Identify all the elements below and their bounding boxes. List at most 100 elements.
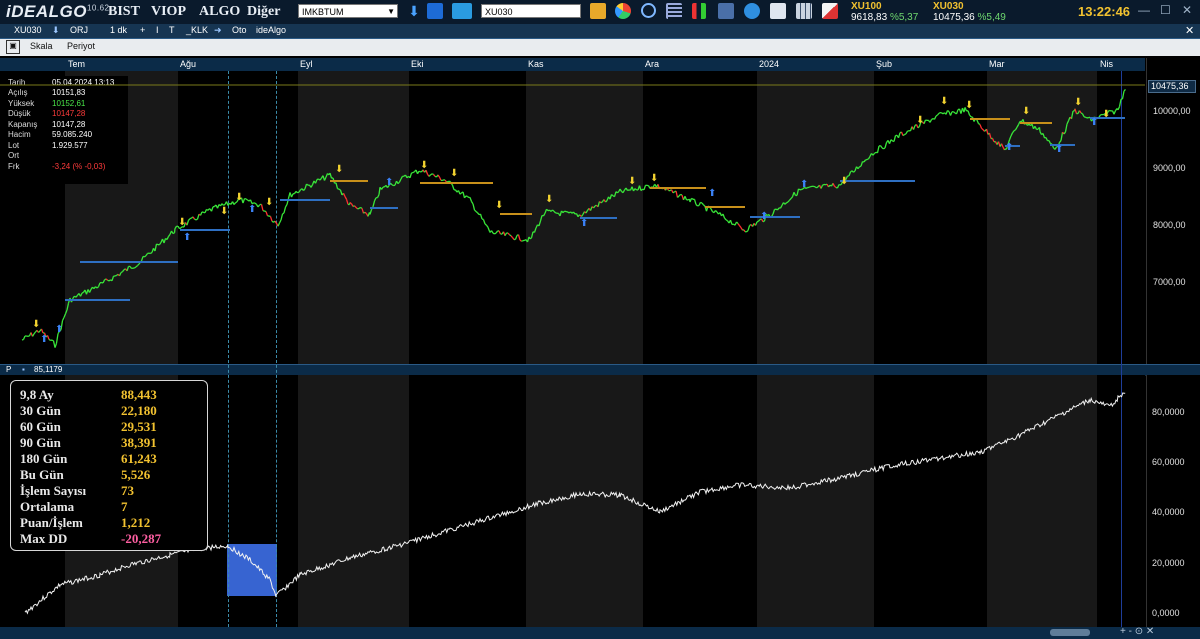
price-segment [605,200,608,203]
price-segment [335,182,339,189]
price-segment [397,181,400,185]
price-segment [643,185,647,190]
price-segment [265,211,269,216]
price-segment [937,112,940,116]
price-segment [114,274,117,277]
price-segment [277,222,281,227]
price-segment [245,198,248,201]
horizontal-scrollbar[interactable] [1050,629,1090,636]
price-segment [738,225,742,229]
price-segment [1113,110,1117,115]
price-segment [935,114,938,117]
price-segment [494,232,497,235]
price-series [21,89,1126,348]
price-segment [1016,124,1020,128]
price-segment [282,212,285,215]
price-segment [550,209,553,212]
price-segment [703,204,706,207]
sell-arrow-icon: ⬇ [916,115,924,126]
price-segment [303,188,306,191]
price-segment [853,170,856,173]
price-segment [163,238,167,244]
zoom-controls[interactable]: + - ⊙ ✕ [1120,626,1154,637]
buy-arrow-icon: ⬆ [1090,117,1098,128]
price-segment [859,165,862,168]
price-segment [978,123,981,126]
price-segment [428,174,431,177]
price-segment [790,196,793,200]
price-segment [55,333,59,344]
price-segment [364,211,367,215]
price-segment [66,303,70,311]
price-segment [121,269,125,273]
price-segment [33,331,37,335]
price-segment [1017,121,1021,125]
price-segment [772,209,776,215]
price-segment [118,272,122,277]
price-segment [295,190,298,194]
price-segment [469,197,473,202]
buy-arrow-icon: ⬆ [708,188,716,199]
price-segment [863,159,867,163]
price-segment [955,109,959,115]
price-segment [949,111,953,116]
price-segment [912,125,916,130]
price-segment [511,237,515,240]
price-segment [158,242,162,246]
buy-arrow-icon: ⬆ [760,211,768,222]
price-segment [81,291,84,294]
price-segment [559,210,563,217]
stat-row: 90 Gün 38,391 [20,435,157,450]
price-segment [418,170,421,173]
price-segment [1118,99,1122,107]
price-segment [380,186,384,190]
price-segment [860,161,864,167]
price-segment [451,185,455,190]
price-segment [1117,106,1121,111]
price-segment [259,204,261,206]
signal-arrows: ⬇⬆⬆⬇⬆⬇⬇⬆⬇⬇⬆⬇⬇⬇⬇⬆⬇ ⬇⬆⬆⬆ ⬇⬇⬇ ⬇⬆⬇⬆⬇⬆⬇ [32,96,1110,345]
sell-arrow-icon: ⬇ [178,217,186,228]
price-segment [88,289,92,293]
price-segment [897,132,901,138]
price-segment [1070,111,1074,119]
stat-row: Puan/İşlem 1,212 [20,515,151,530]
price-segment [260,204,264,211]
sell-arrow-icon: ⬇ [235,192,243,203]
price-segment [264,210,267,213]
price-segment [476,212,480,216]
price-segment [126,266,130,272]
price-segment [866,158,869,161]
price-segment [1064,123,1068,132]
price-segment [345,199,349,205]
price-segment [140,256,144,262]
price-segment [697,204,700,207]
price-segment [1081,113,1085,118]
price-segment [129,265,133,269]
stat-row: 9,8 Ay 88,443 [20,387,157,402]
price-segment [1098,114,1102,118]
price-segment [369,209,373,215]
price-segment [820,184,824,189]
price-segment [188,218,191,221]
price-segment [64,309,68,315]
price-segment [929,119,933,123]
buy-arrow-icon: ⬆ [1055,144,1063,155]
price-segment [170,230,174,234]
price-segment [562,210,565,214]
price-segment [38,330,41,333]
price-segment [354,205,357,208]
price-segment [530,231,534,239]
stat-row: Max DD -20,287 [20,531,162,546]
price-segment [684,196,688,201]
price-segment [617,190,620,194]
price-segment [51,339,54,342]
price-segment [521,240,524,242]
price-segment [675,190,679,198]
price-segment [462,191,466,199]
price-segment [834,185,837,189]
price-segment [323,176,327,181]
sell-arrow-icon: ⬇ [495,200,503,211]
price-segment [693,199,697,205]
price-segment [61,317,65,321]
